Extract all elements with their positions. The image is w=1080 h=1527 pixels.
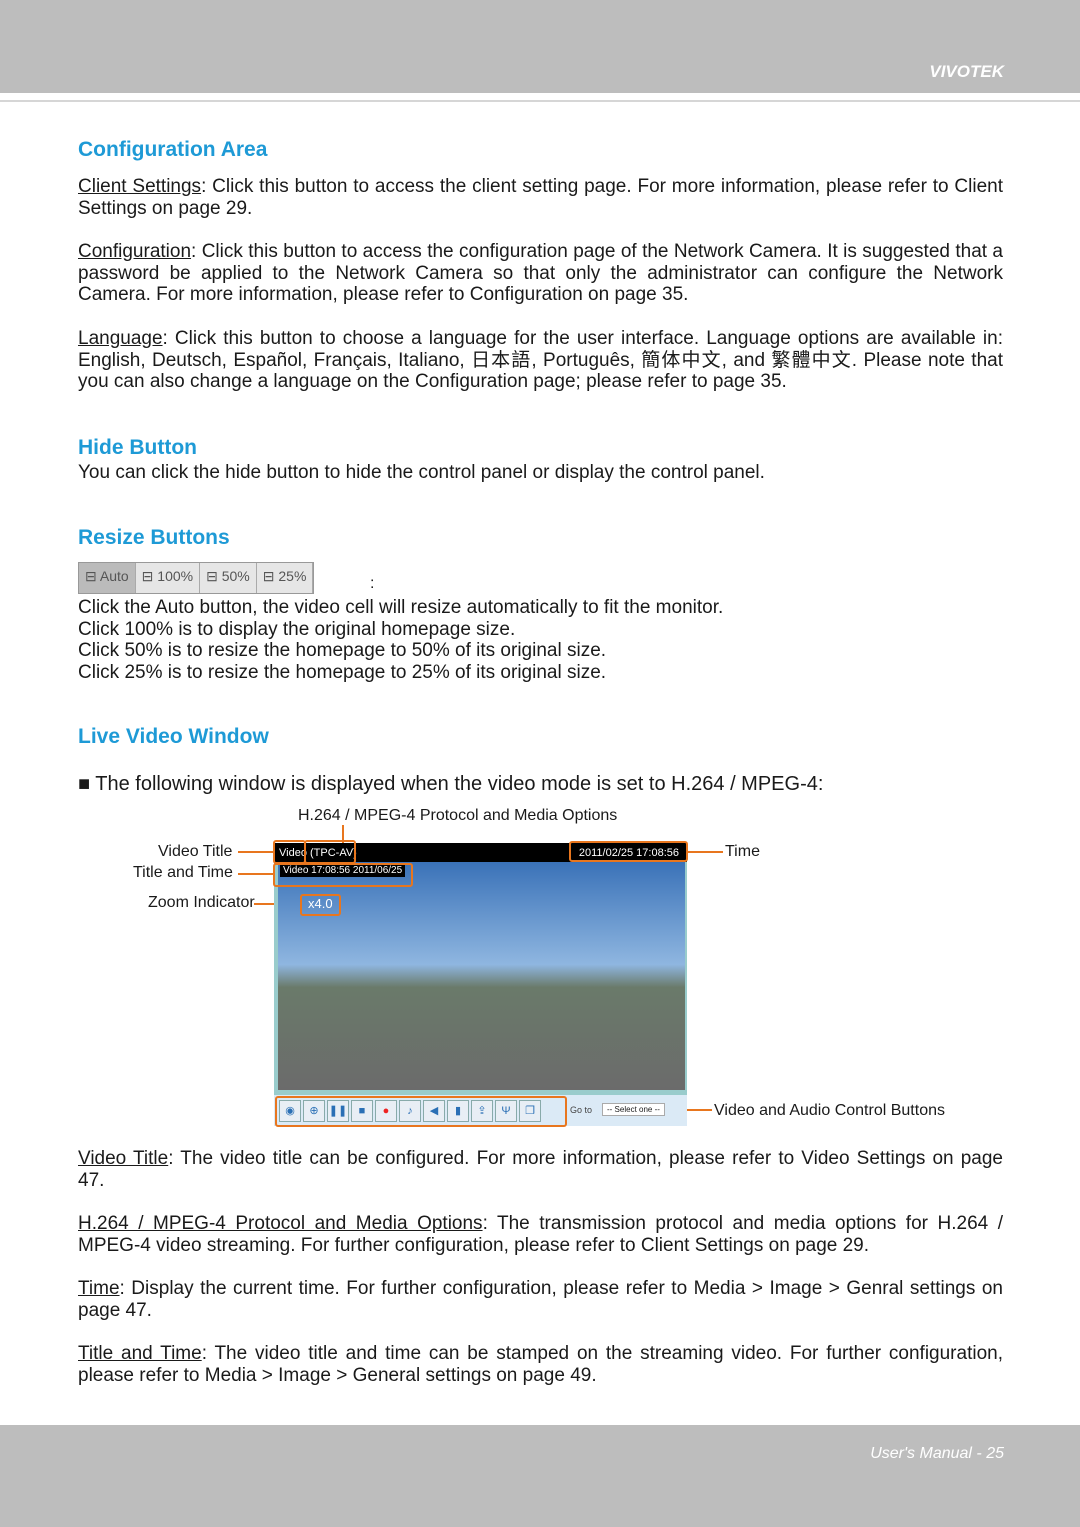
callout-line [238,873,274,875]
resize-25-button[interactable]: ⊟ 25% [257,563,314,593]
highlight-time [569,841,688,862]
page-number: User's Manual - 25 [870,1445,1004,1462]
paragraph-configuration: Configuration: Click this button to acce… [78,241,1003,306]
paragraph-hide: You can click the hide button to hide th… [78,462,765,483]
heading-live-video-window: Live Video Window [78,725,269,748]
link-video-title[interactable]: Video Title [78,1148,168,1169]
page-footer: User's Manual - 25 [0,1425,1080,1527]
highlight-title-time [273,863,413,887]
text: : Click this button to choose a language… [78,328,1003,392]
live-intro: ■ The following window is displayed when… [78,773,824,795]
callout-line [685,1109,712,1111]
link-language[interactable]: Language [78,328,163,349]
link-time[interactable]: Time [78,1278,120,1299]
highlight-video-title [273,840,306,864]
resize-line: Click the Auto button, the video cell wi… [78,597,724,618]
resize-line: Click 25% is to resize the homepage to 2… [78,661,607,683]
text: : The video title can be configured. For… [78,1148,1003,1191]
label-zoom-indicator: Zoom Indicator [148,894,255,911]
paragraph-language: Language: Click this button to choose a … [78,328,1003,393]
label-time: Time [725,843,760,860]
link-title-time[interactable]: Title and Time [78,1343,202,1364]
resize-descriptions: Click the Auto button, the video cell wi… [78,597,1003,683]
desc-time: Time: Display the current time. For furt… [78,1278,1003,1321]
colon: : [370,575,375,592]
goto-select[interactable]: -- Select one -- [602,1103,665,1116]
desc-title-time: Title and Time: The video title and time… [78,1343,1003,1386]
resize-line: Click 50% is to resize the homepage to 5… [78,640,607,661]
link-client-settings[interactable]: Client Settings [78,176,201,197]
resize-auto-button[interactable]: ⊟ Auto [79,563,136,593]
link-configuration[interactable]: Configuration [78,241,191,262]
highlight-controls [275,1096,567,1127]
brand-logo: VIVOTEK [929,62,1004,81]
label-protocol: H.264 / MPEG-4 Protocol and Media Option… [298,807,618,824]
callout-line [687,851,723,853]
page-header: VIVOTEK [0,0,1080,93]
paragraph-client-settings: Client Settings: Click this button to ac… [78,176,1003,219]
link-protocol[interactable]: H.264 / MPEG-4 Protocol and Media Option… [78,1213,483,1234]
resize-line: Click 100% is to display the original ho… [78,618,516,640]
desc-protocol: H.264 / MPEG-4 Protocol and Media Option… [78,1213,1003,1256]
goto-label: Go to [570,1105,593,1115]
callout-line [238,851,274,853]
resize-50-button[interactable]: ⊟ 50% [200,563,257,593]
header-divider [0,100,1080,102]
desc-video-title: Video Title: The video title can be conf… [78,1148,1003,1191]
text: : Display the current time. For further … [78,1278,1003,1321]
highlight-zoom [300,894,341,916]
label-title-time: Title and Time [133,864,233,881]
text: : Click this button to access the config… [78,241,1003,305]
heading-resize-buttons: Resize Buttons [78,526,230,549]
text: : The video title and time can be stampe… [78,1343,1003,1386]
label-control-buttons: Video and Audio Control Buttons [714,1102,945,1119]
text: : Click this button to access the client… [78,176,1003,219]
resize-button-group: ⊟ Auto ⊟ 100% ⊟ 50% ⊟ 25% [78,562,315,594]
resize-100-button[interactable]: ⊟ 100% [136,563,201,593]
label-video-title: Video Title [158,843,233,860]
highlight-protocol [304,840,356,864]
heading-hide-button: Hide Button [78,436,197,459]
heading-configuration-area: Configuration Area [78,138,268,161]
